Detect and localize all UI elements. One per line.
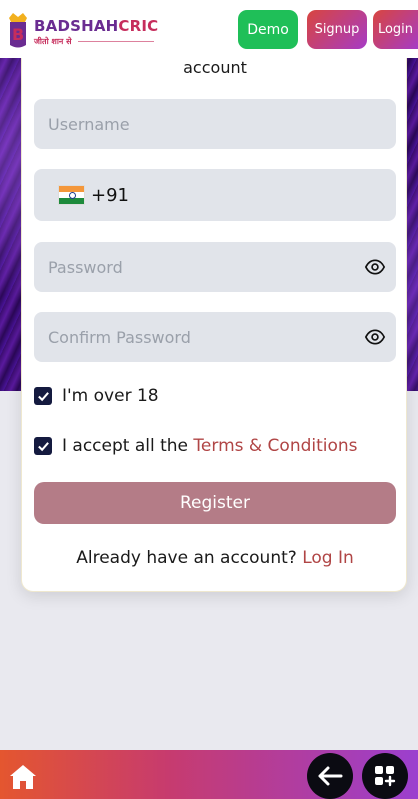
logo[interactable]: B BADSHAHCRIC जीतो शान से bbox=[4, 8, 164, 52]
demo-button[interactable]: Demo bbox=[238, 10, 298, 49]
already-account-row: Already have an account? Log In bbox=[22, 548, 408, 568]
menu-grid-button[interactable] bbox=[362, 753, 408, 799]
login-link[interactable]: Log In bbox=[302, 548, 354, 568]
home-icon[interactable] bbox=[8, 763, 38, 791]
eye-icon[interactable] bbox=[364, 327, 386, 347]
back-button[interactable] bbox=[307, 753, 353, 799]
login-button[interactable]: Login bbox=[373, 10, 418, 49]
password-input[interactable]: Password bbox=[34, 242, 396, 292]
signup-button[interactable]: Signup bbox=[307, 10, 367, 49]
confirm-password-input[interactable]: Confirm Password bbox=[34, 312, 396, 362]
over18-label: I'm over 18 bbox=[62, 386, 159, 406]
register-button[interactable]: Register bbox=[34, 482, 396, 524]
eye-icon[interactable] bbox=[364, 257, 386, 277]
crown-badge-icon: B bbox=[9, 13, 27, 48]
confirm-password-placeholder: Confirm Password bbox=[48, 327, 191, 347]
svg-text:B: B bbox=[12, 25, 24, 44]
logo-underline bbox=[78, 41, 154, 42]
checkmark-icon bbox=[37, 391, 49, 401]
card-title: account bbox=[183, 58, 247, 77]
phone-input[interactable]: +91 bbox=[34, 169, 396, 221]
terms-link[interactable]: Terms & Conditions bbox=[193, 436, 357, 456]
terms-row: I accept all the Terms & Conditions bbox=[34, 436, 358, 456]
logo-title: BADSHAHCRIC bbox=[34, 17, 159, 35]
over18-row: I'm over 18 bbox=[34, 386, 159, 406]
bottom-bar bbox=[0, 750, 418, 799]
checkmark-icon bbox=[37, 441, 49, 451]
logo-tagline: जीतो शान से bbox=[34, 37, 72, 46]
phone-country-code: +91 bbox=[91, 184, 129, 206]
password-placeholder: Password bbox=[48, 257, 123, 277]
username-input[interactable]: Username bbox=[34, 99, 396, 149]
india-flag-icon[interactable] bbox=[58, 185, 85, 205]
terms-checkbox[interactable] bbox=[34, 437, 52, 455]
terms-prefix: I accept all the bbox=[62, 436, 194, 456]
grid-icon bbox=[375, 766, 396, 787]
over18-checkbox[interactable] bbox=[34, 387, 52, 405]
already-text: Already have an account? bbox=[76, 548, 303, 568]
register-card: account Username +91 Password Confirm Pa… bbox=[21, 40, 407, 592]
arrow-left-icon bbox=[318, 766, 343, 786]
header: B BADSHAHCRIC जीतो शान से Demo Signup Lo… bbox=[0, 0, 418, 58]
username-placeholder: Username bbox=[48, 114, 130, 134]
